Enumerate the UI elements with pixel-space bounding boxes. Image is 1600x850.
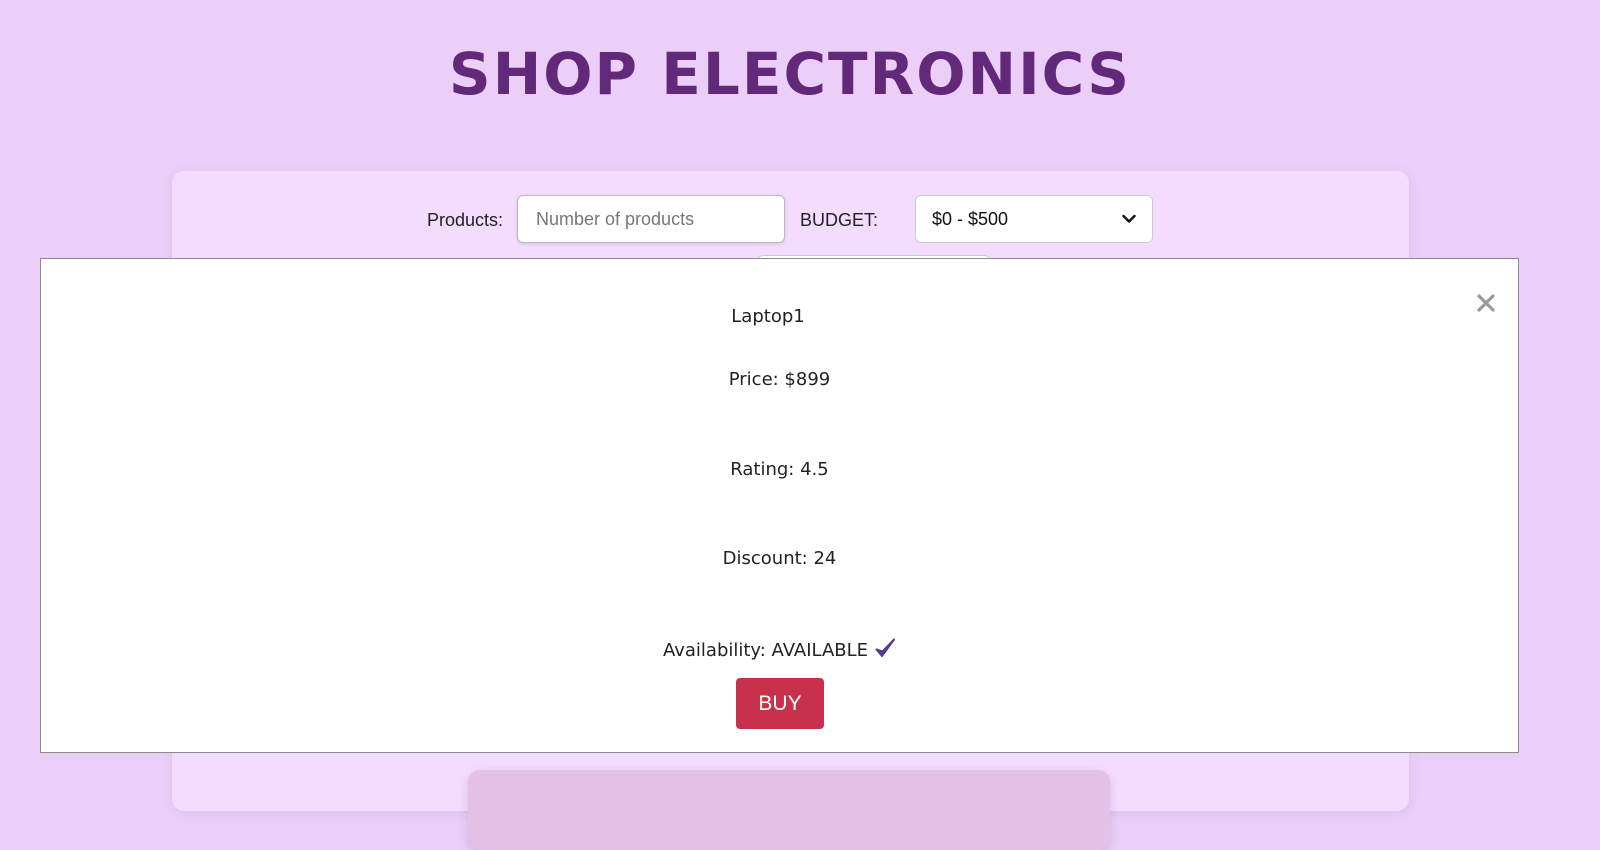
product-availability: Availability: AVAILABLE [41, 637, 1518, 662]
products-count-input[interactable] [517, 195, 785, 243]
budget-label: BUDGET: [800, 210, 879, 230]
product-card[interactable] [468, 770, 1110, 850]
product-details-modal: Laptop1 Price: $899 Rating: 4.5 Discount… [40, 258, 1519, 753]
product-discount: Discount: 24 [722, 548, 837, 569]
buy-button[interactable]: BUY [736, 678, 824, 729]
product-rating: Rating: 4.5 [730, 459, 829, 480]
budget-select[interactable]: $0 - $500 [915, 195, 1153, 243]
product-price: Price: $899 [728, 369, 831, 390]
chevron-down-icon [1122, 214, 1136, 223]
availability-text: Availability: AVAILABLE [662, 640, 869, 661]
product-name: Laptop1 [731, 306, 805, 327]
products-label: Products: [427, 210, 504, 230]
check-icon [875, 638, 896, 657]
budget-selected-value: $0 - $500 [932, 208, 1009, 229]
page-title: SHOP ELECTRONICS [448, 40, 1132, 108]
